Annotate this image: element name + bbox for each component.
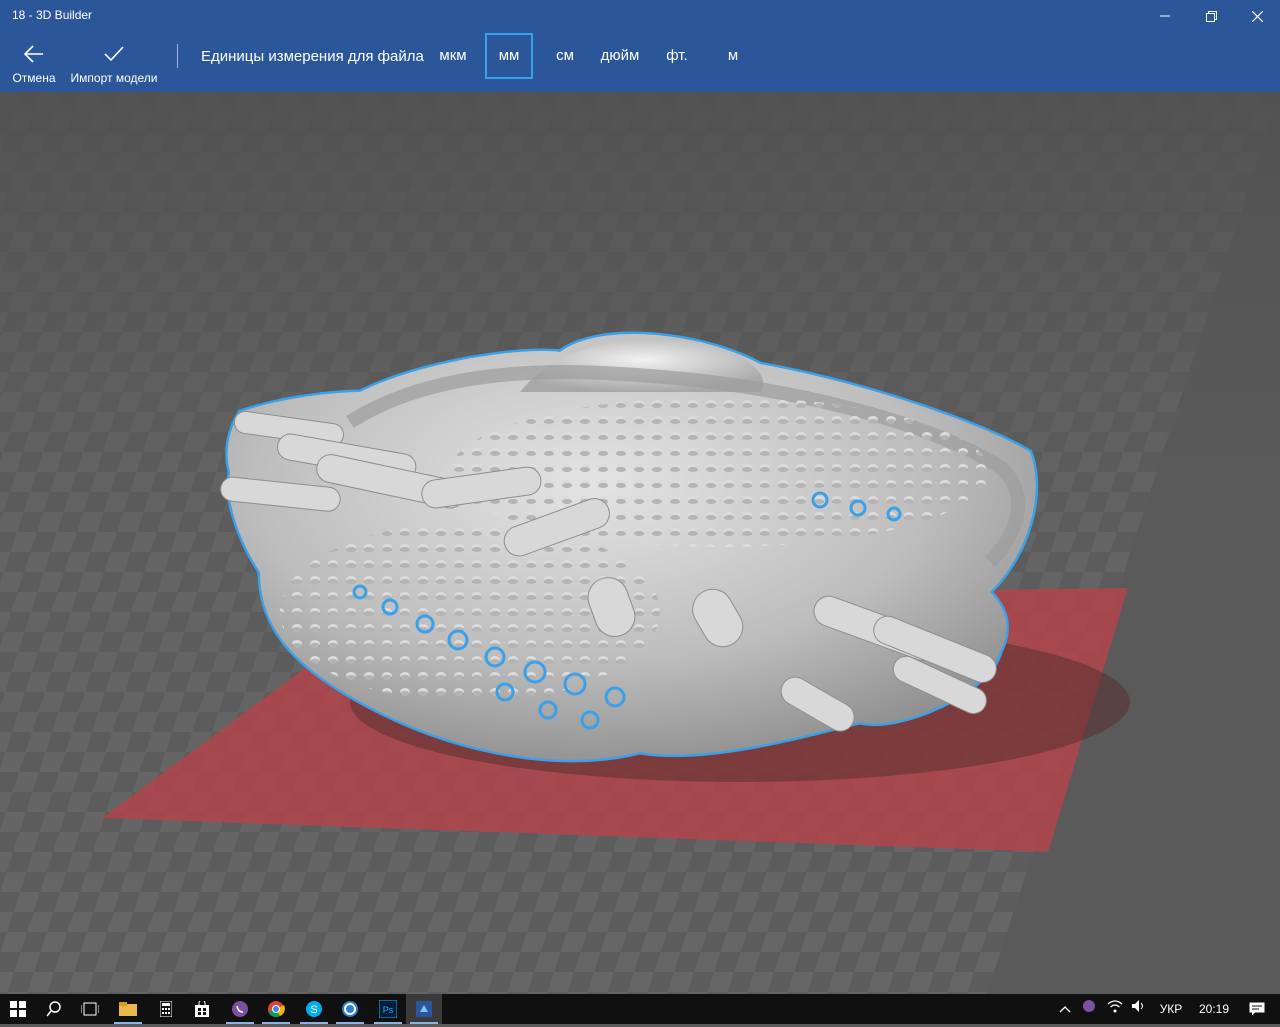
command-bar: Отмена Импорт модели Единицы измерения д… bbox=[0, 32, 1280, 92]
skype-icon: S bbox=[306, 1001, 322, 1017]
start-button[interactable] bbox=[0, 994, 36, 1024]
viber-tray-icon bbox=[1083, 1000, 1095, 1012]
photoshop-icon: Ps bbox=[379, 1000, 397, 1018]
wifi-icon bbox=[1107, 1000, 1123, 1013]
window-title: 18 - 3D Builder bbox=[12, 8, 93, 22]
unit-m[interactable]: м bbox=[722, 33, 744, 79]
tray-viber[interactable] bbox=[1078, 994, 1100, 1024]
system-tray: УКР 20:19 bbox=[1050, 994, 1280, 1024]
taskbar-photoshop[interactable]: Ps bbox=[370, 994, 406, 1024]
scene-canvas[interactable] bbox=[0, 92, 1280, 994]
unit-cm[interactable]: см bbox=[550, 33, 580, 79]
unit-um[interactable]: мкм bbox=[434, 33, 472, 79]
3d-viewport[interactable] bbox=[0, 92, 1280, 994]
minimize-icon bbox=[1160, 15, 1170, 17]
checkmark-icon bbox=[104, 46, 124, 62]
language-indicator[interactable]: УКР bbox=[1154, 994, 1188, 1024]
import-model-button[interactable]: Импорт модели bbox=[68, 32, 160, 92]
show-hidden-icons-button[interactable] bbox=[1054, 994, 1076, 1024]
close-icon bbox=[1251, 10, 1263, 22]
units-label: Единицы измерения для файла bbox=[201, 48, 424, 65]
taskbar: S Ps УКР 20:19 bbox=[0, 994, 1280, 1024]
unit-mm[interactable]: мм bbox=[485, 33, 533, 79]
cancel-label: Отмена bbox=[12, 71, 56, 85]
app-icon bbox=[342, 1001, 358, 1017]
restore-button[interactable] bbox=[1188, 0, 1234, 32]
taskbar-calculator[interactable] bbox=[148, 994, 184, 1024]
svg-text:Ps: Ps bbox=[383, 1005, 394, 1015]
task-view-icon bbox=[81, 1002, 99, 1016]
unit-ft[interactable]: фт. bbox=[662, 33, 692, 79]
taskbar-store[interactable] bbox=[184, 994, 220, 1024]
folder-icon bbox=[119, 1002, 137, 1016]
title-bar: 18 - 3D Builder bbox=[0, 0, 1280, 32]
windows-start-icon bbox=[10, 1001, 26, 1017]
chevron-up-icon bbox=[1059, 1006, 1071, 1013]
3d-builder-icon bbox=[416, 1001, 432, 1017]
restore-icon bbox=[1205, 10, 1217, 22]
taskbar-skype[interactable]: S bbox=[296, 994, 332, 1024]
taskbar-chrome[interactable] bbox=[258, 994, 294, 1024]
network-button[interactable] bbox=[1104, 994, 1126, 1024]
import-label: Импорт модели bbox=[70, 71, 158, 85]
clock[interactable]: 20:19 bbox=[1194, 994, 1234, 1024]
speaker-icon bbox=[1132, 1000, 1143, 1012]
minimize-button[interactable] bbox=[1142, 0, 1188, 32]
viber-icon bbox=[232, 1001, 248, 1017]
task-view-button[interactable] bbox=[72, 994, 108, 1024]
svg-text:S: S bbox=[310, 1004, 317, 1016]
taskbar-file-explorer[interactable] bbox=[110, 994, 146, 1024]
notification-icon bbox=[1249, 1002, 1265, 1016]
back-arrow-icon bbox=[23, 45, 43, 63]
action-center-button[interactable] bbox=[1242, 994, 1272, 1024]
search-icon bbox=[46, 1001, 61, 1017]
search-button[interactable] bbox=[36, 994, 72, 1024]
taskbar-viber[interactable] bbox=[222, 994, 258, 1024]
cancel-button[interactable]: Отмена bbox=[8, 32, 60, 92]
taskbar-app[interactable] bbox=[332, 994, 368, 1024]
volume-button[interactable] bbox=[1128, 994, 1150, 1024]
chrome-icon bbox=[268, 1001, 285, 1018]
taskbar-3d-builder[interactable] bbox=[406, 994, 442, 1024]
close-button[interactable] bbox=[1234, 0, 1280, 32]
unit-inch[interactable]: дюйм bbox=[596, 33, 644, 79]
calculator-icon bbox=[160, 1001, 172, 1017]
toolbar-divider bbox=[177, 44, 178, 68]
store-icon bbox=[195, 1001, 209, 1017]
